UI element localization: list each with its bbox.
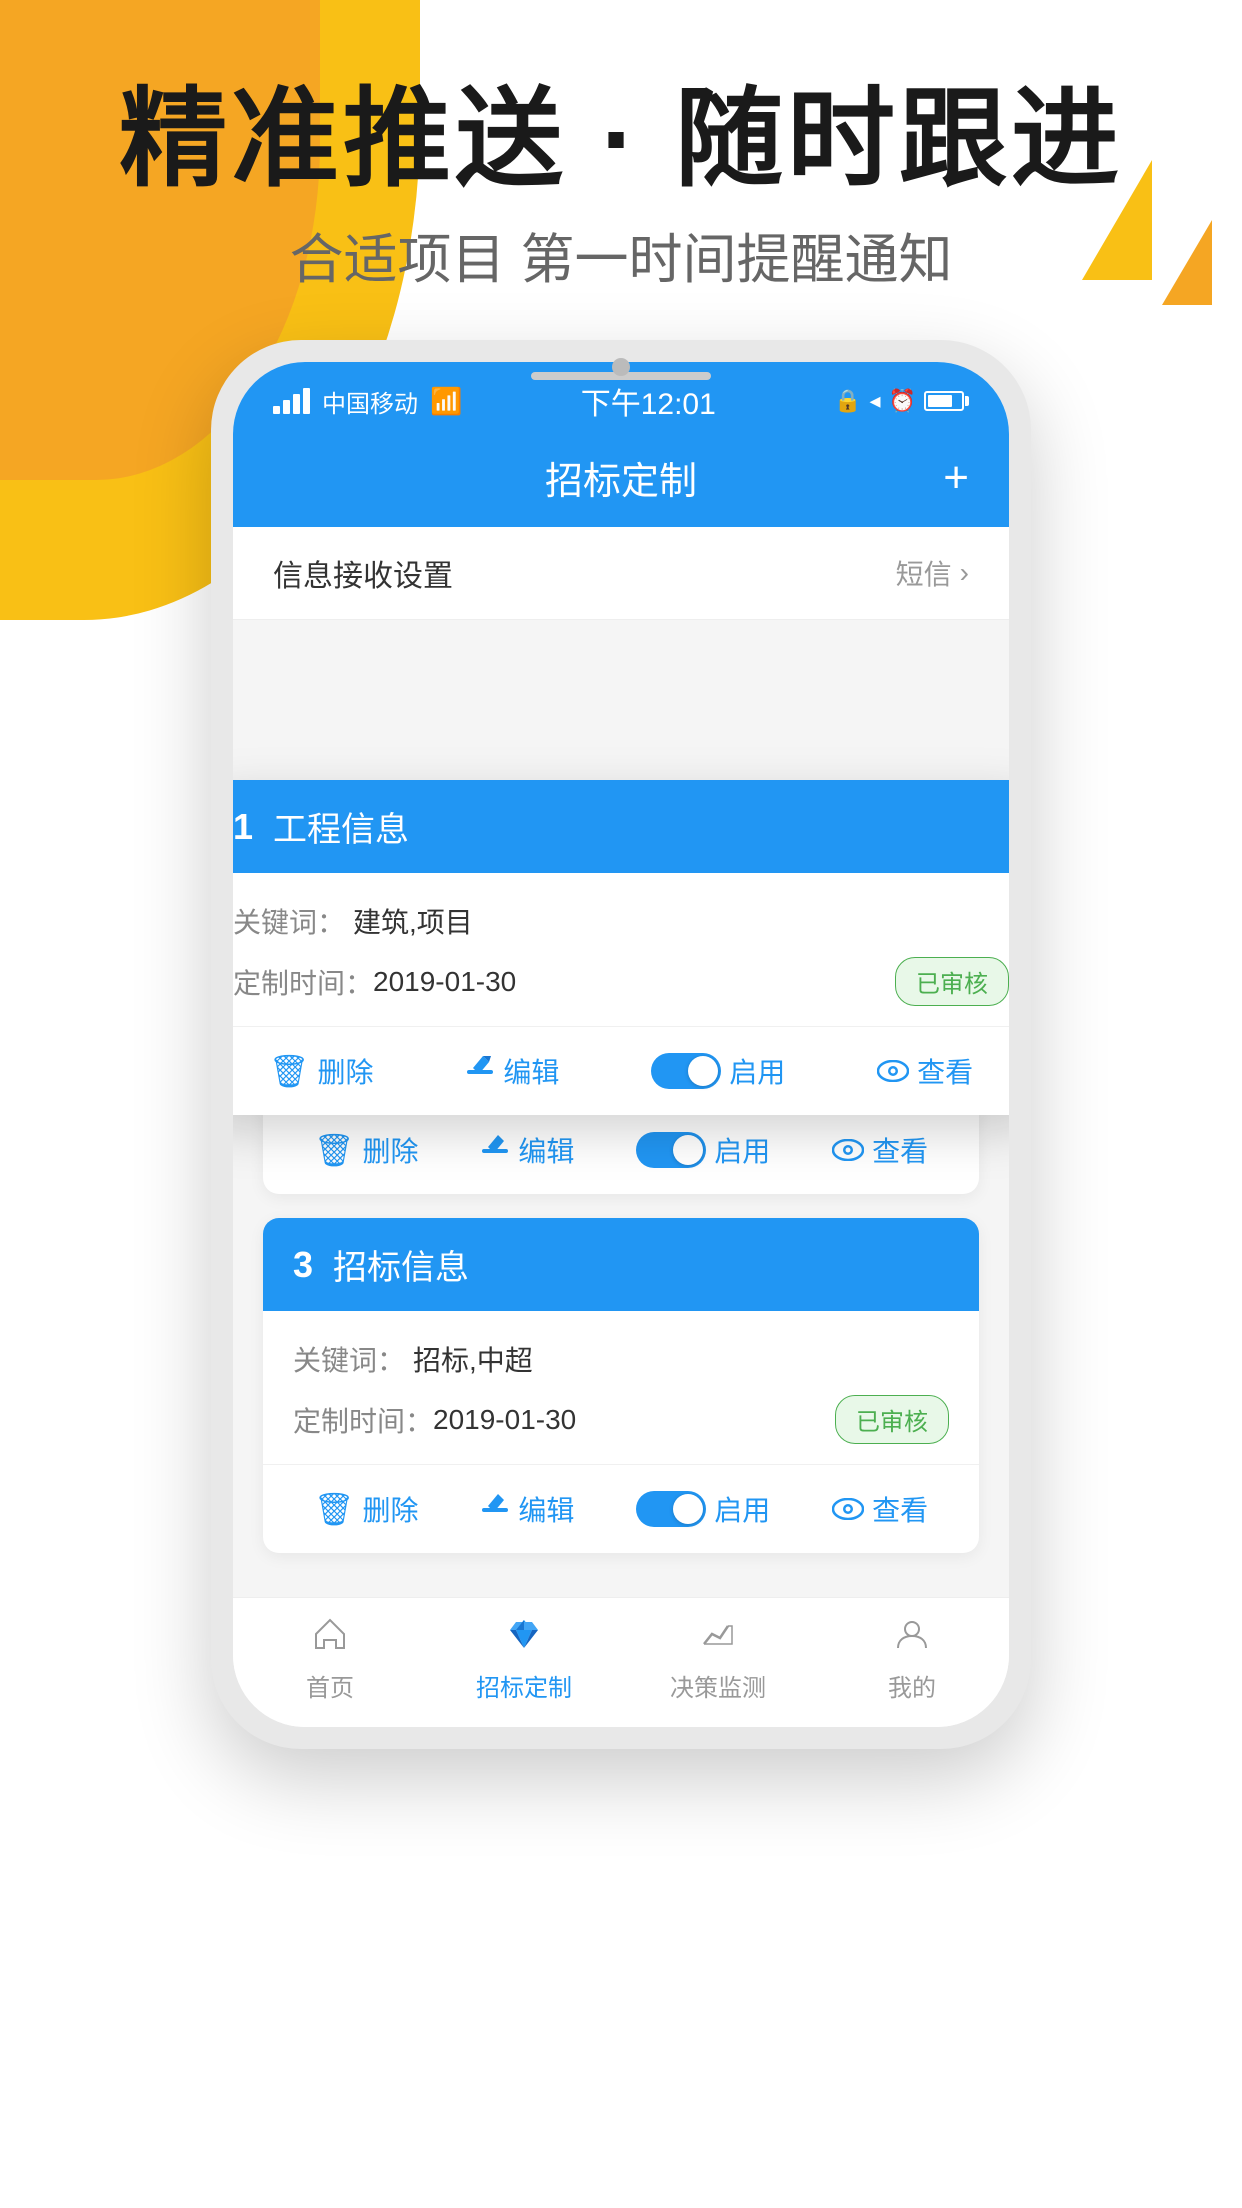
signal-bar-4 bbox=[303, 388, 310, 414]
wifi-icon: 📶 bbox=[430, 386, 462, 417]
signal-bar-3 bbox=[293, 394, 300, 414]
card-3-number: 3 bbox=[293, 1244, 313, 1286]
battery-tip bbox=[965, 396, 969, 406]
card-3-header: 3 招标信息 bbox=[263, 1218, 979, 1311]
phone-screen: 中国移动 📶 下午12:01 🔒 ◂ ⏰ bbox=[233, 362, 1009, 1727]
signal-bars bbox=[273, 388, 310, 414]
card-1-time: 定制时间： 2019-01-30 已审核 bbox=[233, 957, 1009, 1006]
eye-icon-1 bbox=[877, 1053, 909, 1090]
tab-decision-label: 决策监测 bbox=[670, 1668, 766, 1703]
edit-icon bbox=[465, 1052, 495, 1090]
battery-icon bbox=[924, 391, 969, 411]
card-1-title: 工程信息 bbox=[273, 802, 409, 851]
phone-mockup: 中国移动 📶 下午12:01 🔒 ◂ ⏰ bbox=[211, 340, 1031, 1749]
card-1-actions: 🗑 删除 编辑 bbox=[233, 1026, 1009, 1115]
card-3-time: 定制时间： 2019-01-30 已审核 bbox=[293, 1395, 949, 1444]
cards-area: 1 工程信息 关键词： 建筑,项目 定制时间： 2019-01-30 已审核 bbox=[233, 620, 1009, 1597]
lock-icon: 🔒 bbox=[834, 388, 861, 414]
diamond-icon bbox=[506, 1616, 542, 1662]
tab-home-label: 首页 bbox=[306, 1668, 354, 1703]
profile-icon bbox=[894, 1616, 930, 1662]
carrier-label: 中国移动 bbox=[322, 384, 418, 419]
alarm-icon: ⏰ bbox=[889, 388, 916, 414]
nav-bar: 招标定制 + bbox=[233, 432, 1009, 527]
toggle-2[interactable] bbox=[636, 1132, 706, 1168]
trash-icon-3: 🗑 bbox=[314, 1490, 355, 1528]
tab-profile-label: 我的 bbox=[888, 1668, 936, 1703]
card-2-actions: 🗑 删除 编辑 bbox=[263, 1105, 979, 1194]
location-icon: ◂ bbox=[870, 388, 881, 414]
enable-button-3[interactable]: 启用 bbox=[636, 1489, 770, 1529]
card-1-keywords: 关键词： 建筑,项目 bbox=[233, 901, 1009, 941]
view-button-2[interactable]: 查看 bbox=[832, 1130, 928, 1170]
eye-icon-3 bbox=[832, 1491, 864, 1528]
delete-button-2[interactable]: 🗑 删除 bbox=[314, 1130, 419, 1170]
home-icon bbox=[312, 1616, 348, 1662]
card-3-body: 关键词： 招标,中超 定制时间： 2019-01-30 已审核 bbox=[263, 1311, 979, 1444]
status-left: 中国移动 📶 bbox=[273, 384, 462, 419]
tab-bidding-label: 招标定制 bbox=[476, 1668, 572, 1703]
edit-button-2[interactable]: 编辑 bbox=[480, 1130, 574, 1170]
card-3-title: 招标信息 bbox=[333, 1240, 469, 1289]
edit-icon-2 bbox=[480, 1131, 510, 1169]
nav-title: 招标定制 bbox=[545, 450, 697, 505]
edit-button-1[interactable]: 编辑 bbox=[465, 1051, 559, 1091]
enable-button-1[interactable]: 启用 bbox=[651, 1051, 785, 1091]
view-button-3[interactable]: 查看 bbox=[832, 1489, 928, 1529]
tab-decision[interactable]: 决策监测 bbox=[658, 1616, 778, 1703]
card-1-pop: 1 工程信息 关键词： 建筑,项目 定制时间： 2019-01-30 已审核 bbox=[233, 780, 1009, 1115]
toggle-knob-1 bbox=[688, 1056, 718, 1086]
settings-row[interactable]: 信息接收设置 短信 › bbox=[233, 527, 1009, 620]
trash-icon: 🗑 bbox=[269, 1052, 310, 1090]
tab-home[interactable]: 首页 bbox=[270, 1616, 390, 1703]
card-3: 3 招标信息 关键词： 招标,中超 定制时间： 2019-01-30 已审核 bbox=[263, 1218, 979, 1553]
card-3-keywords: 关键词： 招标,中超 bbox=[293, 1339, 949, 1379]
eye-icon-2 bbox=[832, 1132, 864, 1169]
card-3-status: 已审核 bbox=[835, 1395, 949, 1444]
view-button-1[interactable]: 查看 bbox=[877, 1051, 973, 1091]
toggle-knob-3 bbox=[673, 1494, 703, 1524]
tab-profile[interactable]: 我的 bbox=[852, 1616, 972, 1703]
card-1-header: 1 工程信息 bbox=[233, 780, 1009, 873]
toggle-3[interactable] bbox=[636, 1491, 706, 1527]
card-1-status: 已审核 bbox=[895, 957, 1009, 1006]
status-right: 🔒 ◂ ⏰ bbox=[834, 388, 969, 414]
enable-button-2[interactable]: 启用 bbox=[636, 1130, 770, 1170]
settings-value: 短信 › bbox=[896, 553, 969, 593]
card-3-actions: 🗑 删除 编辑 bbox=[263, 1464, 979, 1553]
toggle-knob-2 bbox=[673, 1135, 703, 1165]
tab-bidding[interactable]: 招标定制 bbox=[464, 1616, 584, 1703]
add-button[interactable]: + bbox=[943, 453, 969, 503]
delete-button-3[interactable]: 🗑 删除 bbox=[314, 1489, 419, 1529]
hero-title: 精准推送 · 随时跟进 bbox=[0, 80, 1242, 199]
toggle-1[interactable] bbox=[651, 1053, 721, 1089]
phone-camera bbox=[612, 358, 630, 376]
hero-subtitle: 合适项目 第一时间提醒通知 bbox=[0, 215, 1242, 294]
trash-icon-2: 🗑 bbox=[314, 1131, 355, 1169]
battery-fill bbox=[928, 395, 952, 407]
signal-bar-2 bbox=[283, 400, 290, 414]
signal-bar-1 bbox=[273, 406, 280, 414]
battery-body bbox=[924, 391, 964, 411]
hero-section: 精准推送 · 随时跟进 合适项目 第一时间提醒通知 bbox=[0, 80, 1242, 294]
delete-button-1[interactable]: 🗑 删除 bbox=[269, 1051, 374, 1091]
tab-bar: 首页 招标定制 bbox=[233, 1597, 1009, 1727]
phone-frame: 中国移动 📶 下午12:01 🔒 ◂ ⏰ bbox=[211, 340, 1031, 1749]
card-1-body: 关键词： 建筑,项目 定制时间： 2019-01-30 已审核 bbox=[233, 873, 1009, 1006]
edit-button-3[interactable]: 编辑 bbox=[480, 1489, 574, 1529]
settings-label: 信息接收设置 bbox=[273, 551, 453, 595]
chart-icon bbox=[700, 1616, 736, 1662]
card-1-number: 1 bbox=[233, 806, 253, 848]
edit-icon-3 bbox=[480, 1490, 510, 1528]
status-time: 下午12:01 bbox=[581, 379, 716, 423]
